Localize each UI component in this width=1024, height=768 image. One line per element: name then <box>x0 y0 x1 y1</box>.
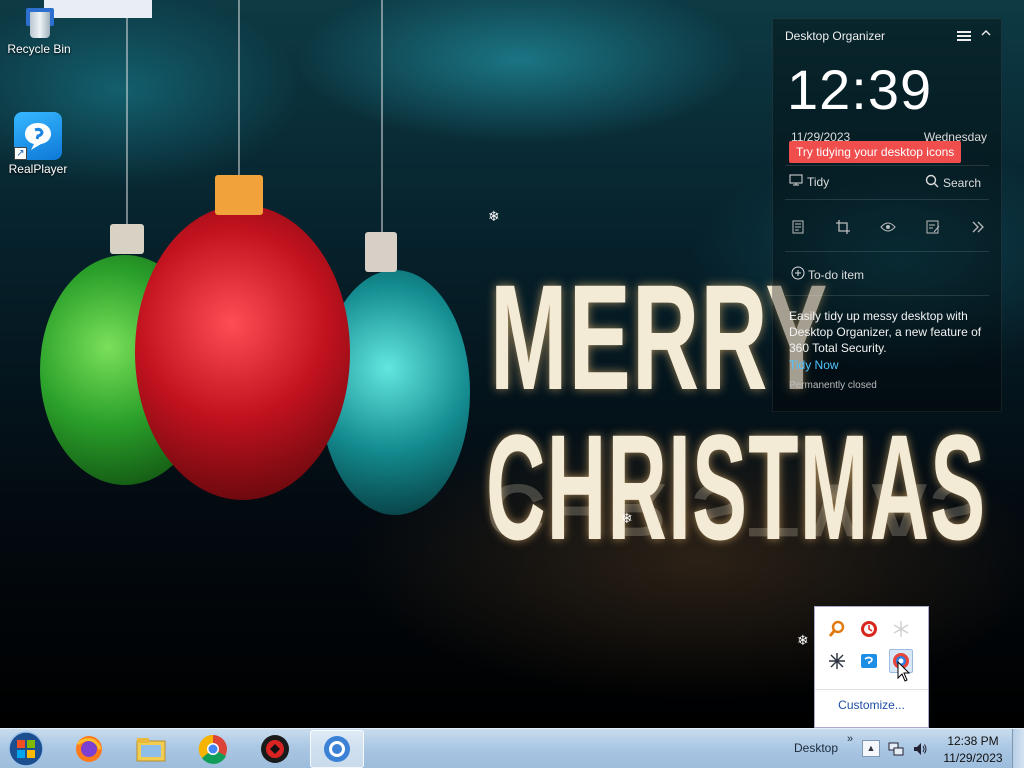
collapse-icon[interactable] <box>979 27 993 41</box>
search-icon <box>925 174 939 191</box>
realplayer-icon: ↗ <box>14 112 62 160</box>
desktop-icon-recycle-bin[interactable]: Recycle Bin <box>1 8 77 56</box>
show-desktop-button[interactable] <box>1012 729 1024 768</box>
search-label: Search <box>942 175 981 190</box>
eye-icon[interactable] <box>875 217 901 237</box>
snowflake-icon: ❄ <box>621 510 633 526</box>
recycle-bin-icon <box>22 8 56 40</box>
firefox-icon[interactable] <box>62 730 116 768</box>
security-app-icon[interactable] <box>310 730 364 768</box>
desktop-icon-label: Recycle Bin <box>7 42 71 56</box>
chat-icon[interactable] <box>857 649 881 673</box>
divider <box>815 689 928 690</box>
snowflake-icon: ❄ <box>797 632 809 648</box>
todo-item-button[interactable]: To-do item <box>791 266 864 283</box>
crop-icon[interactable] <box>830 217 856 237</box>
ornament-string <box>126 0 128 226</box>
ornament-string <box>238 0 240 177</box>
organizer-title: Desktop Organizer <box>785 29 886 43</box>
shortcut-arrow-icon: ↗ <box>14 147 27 160</box>
clock-time[interactable]: 12:38 PM <box>946 734 1000 748</box>
tray-overflow-popup: Customize... <box>814 606 929 728</box>
asterisk-icon[interactable] <box>825 649 849 673</box>
snowflake-icon[interactable] <box>889 617 913 641</box>
red-ornament <box>135 205 350 500</box>
tidy-tip-badge[interactable]: Try tidying your desktop icons <box>789 141 962 163</box>
tidy-now-link[interactable]: Tidy Now <box>789 358 839 372</box>
taskbar: Desktop » ▲ 12:38 PM 11/29/2023 <box>0 728 1024 768</box>
divider <box>785 295 989 296</box>
chrome-icon[interactable] <box>186 730 240 768</box>
clock-date[interactable]: 11/29/2023 <box>942 751 1004 765</box>
chevron-right-icon[interactable]: » <box>847 733 853 745</box>
ornament-cap <box>215 175 263 215</box>
ornament-string <box>381 0 383 234</box>
start-button[interactable] <box>6 731 46 767</box>
search-tray-icon[interactable] <box>825 617 849 641</box>
show-hidden-icons-button[interactable]: ▲ <box>862 740 880 757</box>
add-icon <box>791 266 805 283</box>
desktop-toolbar-label[interactable]: Desktop <box>794 741 838 755</box>
organizer-toolbar <box>785 217 991 237</box>
permanently-closed-link[interactable]: Permanently closed <box>789 380 877 391</box>
menu-icon[interactable] <box>957 29 971 43</box>
desktop-icon-label: RealPlayer <box>8 162 68 176</box>
file-explorer-icon[interactable] <box>124 730 178 768</box>
notes-icon[interactable] <box>785 217 811 237</box>
divider <box>785 199 989 200</box>
app-icon[interactable] <box>248 730 302 768</box>
clock-app-icon[interactable] <box>857 617 881 641</box>
mouse-cursor-icon <box>897 660 911 686</box>
network-icon[interactable] <box>888 741 904 760</box>
ornament-cap <box>365 232 397 272</box>
wallpaper-text-reflection: CHRISTMAS <box>486 468 987 553</box>
tidy-button[interactable]: Tidy <box>789 174 829 189</box>
customize-link[interactable]: Customize... <box>815 698 928 712</box>
divider <box>785 251 989 252</box>
ornament-cap <box>110 224 144 254</box>
edit-icon[interactable] <box>920 217 946 237</box>
search-button[interactable]: Search <box>925 174 981 191</box>
monitor-icon <box>789 174 803 189</box>
desktop-icon-realplayer[interactable]: ↗ RealPlayer <box>0 112 76 176</box>
snowflake-icon: ❄ <box>488 208 500 224</box>
divider <box>785 165 989 166</box>
desktop-organizer-panel: Desktop Organizer 12:39 11/29/2023 Wedne… <box>772 18 1002 412</box>
volume-icon[interactable] <box>912 741 928 760</box>
organizer-description: Easily tidy up messy desktop with Deskto… <box>789 309 982 355</box>
tidy-label: Tidy <box>807 174 830 189</box>
todo-label: To-do item <box>808 267 865 282</box>
more-icon[interactable] <box>965 217 991 237</box>
organizer-clock: 12:39 <box>787 58 933 121</box>
